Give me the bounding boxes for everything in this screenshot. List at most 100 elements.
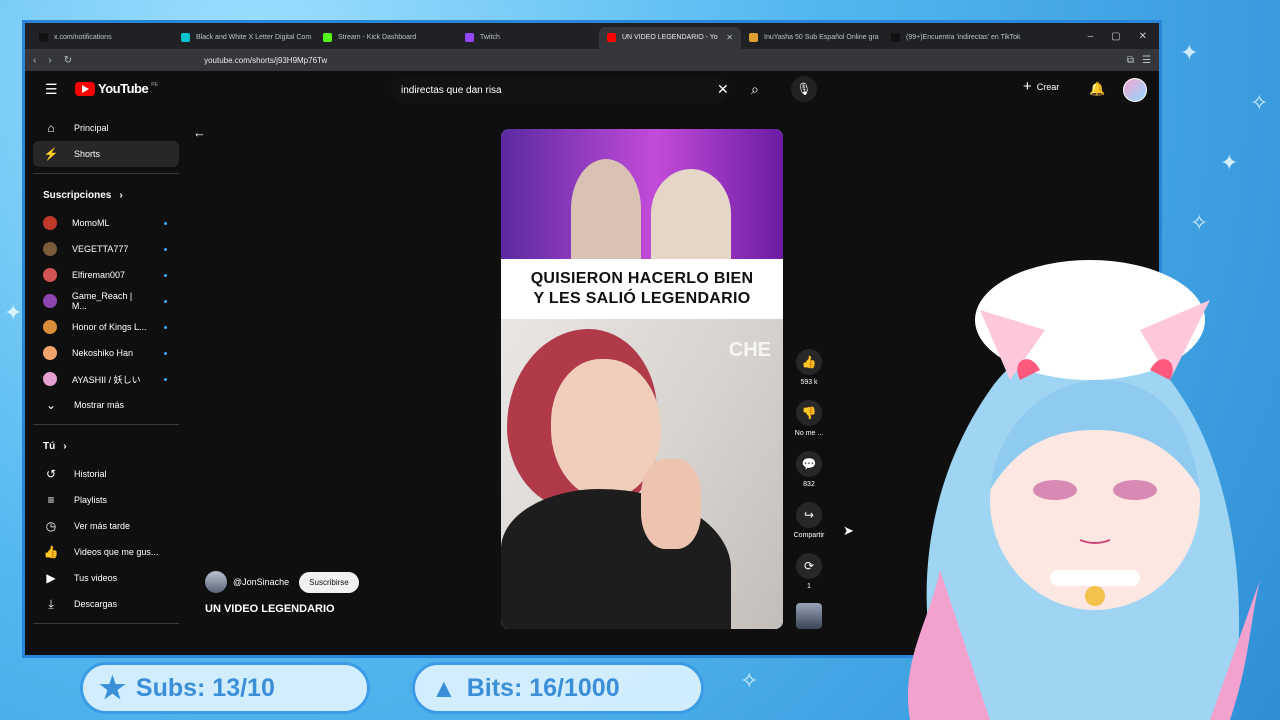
tiktok-icon — [891, 33, 900, 42]
live-dot — [164, 273, 167, 277]
watch-later-icon: ◷ — [45, 519, 57, 533]
sidebar-item-label: Game_Reach | M... — [71, 291, 133, 311]
channel-avatar — [43, 294, 57, 308]
dislike-button[interactable]: 👎 No me ... — [791, 400, 827, 437]
browser-tab[interactable]: Twitch — [457, 27, 599, 49]
microphone-icon[interactable]: 🎙 — [791, 76, 817, 102]
clear-search-icon[interactable]: ✕ — [717, 81, 729, 98]
sidebar-item[interactable]: ◷ Ver más tarde — [33, 513, 179, 539]
like-button[interactable]: 👍 593 k — [791, 349, 827, 386]
close-tab-icon[interactable]: ✕ — [726, 33, 733, 42]
search-icon[interactable]: ⌕ — [751, 81, 759, 98]
sidebar-item-label: Tus videos — [74, 573, 118, 583]
sidebar-item-label: Principal — [74, 123, 109, 133]
sidebar-item-label: Shorts — [74, 149, 101, 159]
create-button[interactable]: + Crear — [1023, 79, 1059, 94]
twitch-icon — [465, 33, 474, 42]
section-heading[interactable]: Tú › — [33, 431, 179, 461]
sidebar-item-label: Nekoshiko Han — [72, 348, 134, 358]
chevron-right-icon: › — [63, 440, 67, 452]
search-query: indirectas que dan risa — [401, 84, 502, 96]
sidebar-item[interactable]: AYASHII / 妖しい — [33, 366, 179, 392]
video-title[interactable]: UN VIDEO LEGENDARIO — [205, 603, 335, 615]
channel-thumbnail[interactable] — [796, 603, 822, 629]
sidebar-item[interactable]: 👍 Videos que me gus... — [33, 539, 179, 565]
show-more-button[interactable]: ⌄ Mostrar más — [33, 392, 179, 418]
liked-videos-icon: 👍 — [43, 545, 59, 559]
window-controls: – ▢ ✕ — [1088, 31, 1159, 42]
channel-avatar — [43, 216, 57, 230]
sidebar-item[interactable]: ↺ Historial — [33, 461, 179, 487]
channel-name[interactable]: @JonSinache — [233, 577, 289, 587]
section-heading[interactable]: Suscripciones › — [33, 180, 179, 210]
tab-label: (99+)Encuentra 'indirectas' en TikTok — [906, 34, 1021, 41]
live-dot — [164, 377, 167, 381]
mouse-cursor-icon: ➤ — [843, 523, 854, 538]
minimize-icon[interactable]: – — [1088, 31, 1094, 42]
browser-tab[interactable]: UN VIDEO LEGENDARIO - Yo ✕ — [599, 26, 741, 49]
video-bottom-frame: CHE — [501, 319, 783, 629]
star-icon: ★ — [99, 671, 126, 705]
browser-tab[interactable]: InuYasha 50 Sub Español Online gra — [741, 27, 883, 49]
sidebar-item[interactable]: ⌂ Principal — [33, 115, 179, 141]
avatar[interactable] — [1123, 78, 1147, 102]
share-icon: ↪ — [796, 502, 822, 528]
sidebar-item[interactable]: Elfireman007 — [33, 262, 179, 288]
sidebar-item-label: Elfireman007 — [72, 270, 126, 280]
tab-label: x.com/notifications — [54, 34, 112, 41]
sidebar-item-label: Ver más tarde — [74, 521, 131, 531]
sidebar-item[interactable]: MomoML — [33, 210, 179, 236]
menu-icon[interactable]: ☰ — [1142, 55, 1151, 66]
sidebar-item[interactable]: Honor of Kings L... — [33, 314, 179, 340]
thumbs-down-icon: 👎 — [796, 400, 822, 426]
remix-icon: ⟳ — [796, 553, 822, 579]
extensions-area: ⧉ ☰ — [1127, 55, 1151, 66]
shorts-icon: ⚡ — [43, 147, 59, 161]
notifications-bell-icon[interactable]: 🔔 — [1089, 81, 1105, 97]
live-dot — [164, 299, 167, 303]
channel-avatar — [43, 372, 57, 386]
x-logo-icon — [39, 33, 48, 42]
sidebar-item[interactable]: ⚡ Shorts — [33, 141, 179, 167]
sidebar-item[interactable]: Nekoshiko Han — [33, 340, 179, 366]
subscribe-button[interactable]: Suscribirse — [299, 571, 359, 593]
subs-goal-bar: ★ Subs: 13/10 — [80, 662, 370, 714]
comments-button[interactable]: 💬 832 — [791, 451, 827, 488]
back-nav-icon[interactable]: ‹ — [33, 55, 36, 66]
sidebar-item[interactable]: Game_Reach | M... — [33, 288, 179, 314]
sidebar-item[interactable]: ▶ Tus videos — [33, 565, 179, 591]
remix-button[interactable]: ⟳ 1 — [791, 553, 827, 590]
sidebar-item[interactable]: ≡ Playlists — [33, 487, 179, 513]
sidebar-item-label: Playlists — [74, 495, 108, 505]
sidebar-item[interactable]: VEGETTA777 — [33, 236, 179, 262]
tab-label: InuYasha 50 Sub Español Online gra — [764, 34, 879, 41]
back-arrow-icon[interactable]: ← — [193, 125, 206, 140]
share-button[interactable]: ↪ Compartir — [791, 502, 827, 539]
browser-tab[interactable]: Stream - Kick Dashboard — [315, 27, 457, 49]
sidebar-item-label: Videos que me gus... — [74, 547, 159, 557]
bits-goal-bar: ▲ Bits: 16/1000 — [412, 662, 704, 714]
close-window-icon[interactable]: ✕ — [1139, 31, 1147, 42]
address-bar: ‹ › ↻ youtube.com/shorts/j93H9Mp76Tw ⧉ ☰ — [25, 49, 1159, 71]
sidebar-item-label: MomoML — [72, 218, 110, 228]
browser-tab[interactable]: (99+)Encuentra 'indirectas' en TikTok — [883, 27, 1025, 49]
shorts-player[interactable]: QUISIERON HACERLO BIEN Y LES SALIÓ LEGEN… — [501, 129, 783, 629]
sidebar-item[interactable]: ⤓ Descargas — [33, 591, 179, 617]
maximize-icon[interactable]: ▢ — [1111, 31, 1120, 42]
youtube-logo[interactable]: YouTube PE — [75, 81, 158, 96]
bits-gem-icon: ▲ — [431, 672, 457, 703]
reload-icon[interactable]: ↻ — [64, 55, 72, 66]
channel-avatar — [43, 346, 57, 360]
extension-icon[interactable]: ⧉ — [1127, 55, 1134, 66]
sidebar-item-label: Descargas — [74, 599, 118, 609]
divider — [33, 173, 179, 174]
channel-avatar[interactable] — [205, 571, 227, 593]
search-input[interactable]: indirectas que dan risa — [391, 77, 729, 103]
forward-nav-icon[interactable]: › — [48, 55, 51, 66]
sidebar-item-label: VEGETTA777 — [72, 244, 129, 254]
url-field[interactable]: youtube.com/shorts/j93H9Mp76Tw — [204, 56, 724, 65]
browser-tab[interactable]: Black and White X Letter Digital Com — [173, 27, 315, 49]
home-icon: ⌂ — [47, 121, 55, 135]
browser-tab[interactable]: x.com/notifications — [31, 27, 173, 49]
menu-icon[interactable]: ☰ — [45, 81, 58, 98]
